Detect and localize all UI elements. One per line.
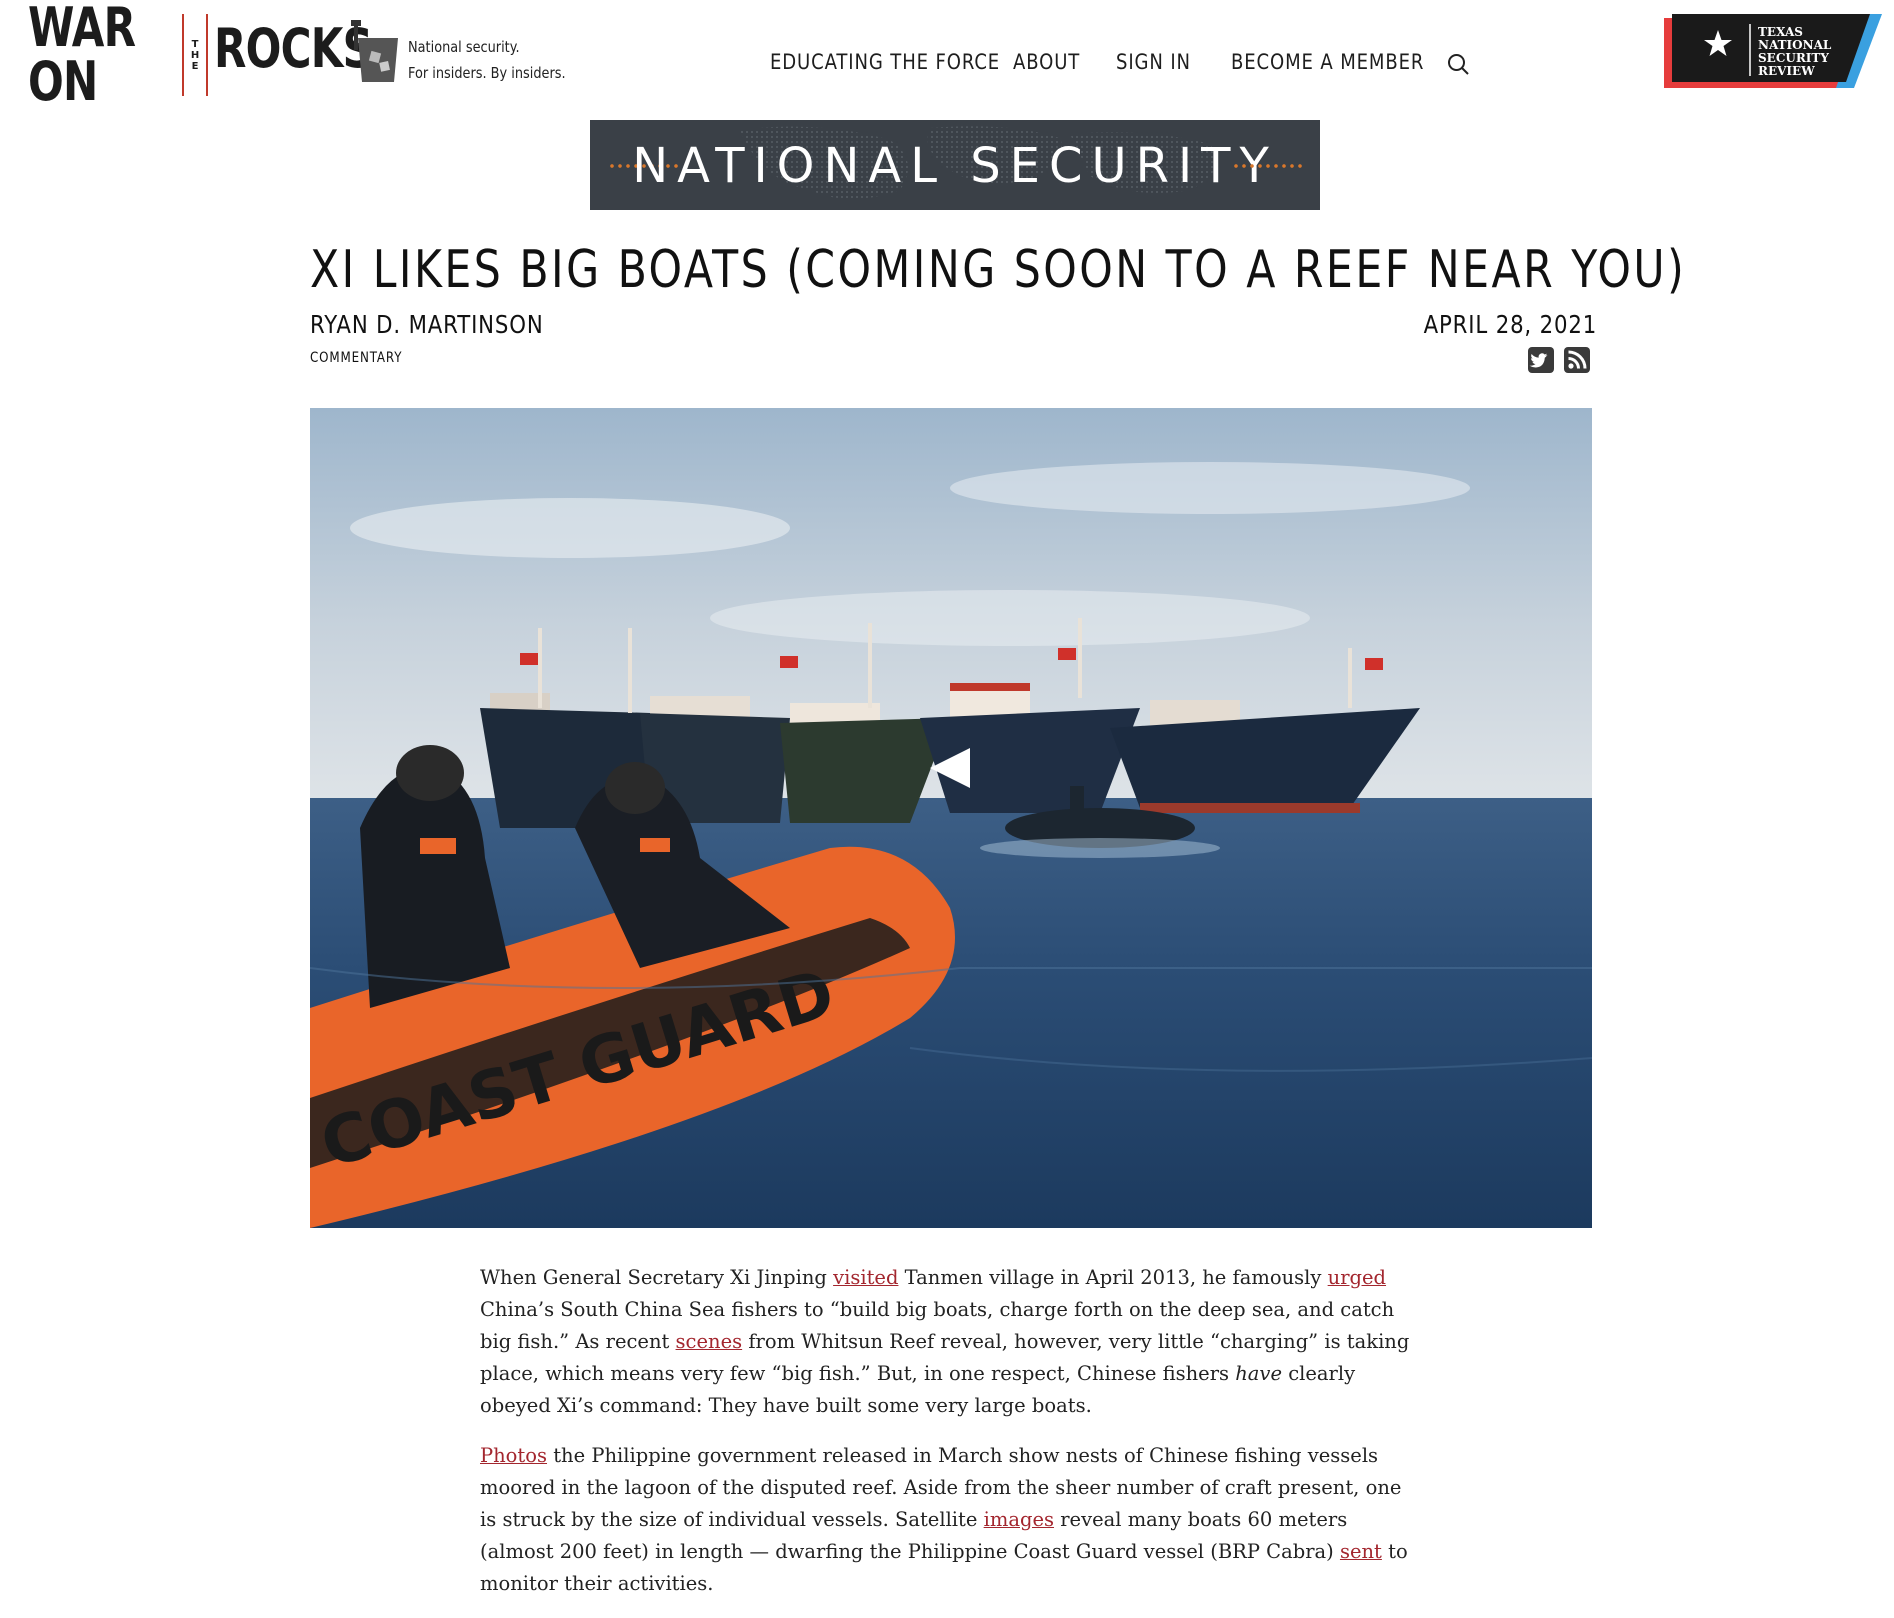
article-hero-image: COAST GUARD bbox=[310, 408, 1592, 1228]
section-banner[interactable]: NATIONAL SECURITY bbox=[590, 120, 1320, 210]
section-label: NATIONAL SECURITY bbox=[632, 138, 1278, 194]
nav-become-a-member[interactable]: BECOME A MEMBER bbox=[1231, 50, 1424, 74]
tnsr-line-4: REVIEW bbox=[1758, 64, 1815, 78]
emphasis-have: have bbox=[1235, 1362, 1282, 1385]
article-category[interactable]: COMMENTARY bbox=[310, 350, 402, 366]
link-scenes[interactable]: scenes bbox=[676, 1330, 743, 1353]
article-paragraph-2: Photos the Philippine government release… bbox=[480, 1440, 1420, 1600]
site-logo[interactable]: WAR ON THE ROCKS bbox=[28, 1, 398, 109]
tnsr-line-3: SECURITY bbox=[1758, 51, 1829, 65]
tagline-line-1: National security. bbox=[408, 38, 520, 56]
search-icon[interactable] bbox=[1446, 52, 1470, 76]
rocks-glass-icon bbox=[351, 20, 398, 82]
logo-word-war-on: WAR ON bbox=[28, 0, 136, 113]
link-images[interactable]: images bbox=[984, 1508, 1054, 1531]
rss-icon[interactable] bbox=[1563, 346, 1591, 374]
tnsr-line-2: NATIONAL bbox=[1758, 38, 1832, 52]
article-paragraph-1: When General Secretary Xi Jinping visite… bbox=[480, 1262, 1420, 1422]
article-author[interactable]: RYAN D. MARTINSON bbox=[310, 310, 544, 339]
tnsr-line-1: TEXAS bbox=[1758, 25, 1803, 39]
banner-dots-right bbox=[1232, 164, 1304, 168]
paragraph-text: Tanmen village in April 2013, he famousl… bbox=[898, 1266, 1328, 1289]
link-urged[interactable]: urged bbox=[1328, 1266, 1386, 1289]
nav-sign-in[interactable]: SIGN IN bbox=[1116, 50, 1191, 74]
nav-about[interactable]: ABOUT bbox=[1013, 50, 1080, 74]
site-tagline: National security. For insiders. By insi… bbox=[408, 34, 566, 86]
link-visited[interactable]: visited bbox=[833, 1266, 898, 1289]
paragraph-text: When General Secretary Xi Jinping bbox=[480, 1266, 834, 1289]
link-photos[interactable]: Photos bbox=[480, 1444, 547, 1467]
article-body: When General Secretary Xi Jinping visite… bbox=[480, 1262, 1420, 1618]
logo-the: THE bbox=[178, 14, 212, 96]
texas-national-security-review-badge[interactable]: TEXAS NATIONAL SECURITY REVIEW bbox=[1664, 14, 1882, 88]
article-title: XI LIKES BIG BOATS (COMING SOON TO A REE… bbox=[310, 240, 1687, 300]
twitter-icon[interactable] bbox=[1527, 346, 1555, 374]
article-date: APRIL 28, 2021 bbox=[1423, 310, 1597, 339]
nav-educating-the-force[interactable]: EDUCATING THE FORCE bbox=[770, 50, 1000, 74]
tagline-line-2: For insiders. By insiders. bbox=[408, 64, 566, 82]
link-sent[interactable]: sent bbox=[1340, 1540, 1382, 1563]
